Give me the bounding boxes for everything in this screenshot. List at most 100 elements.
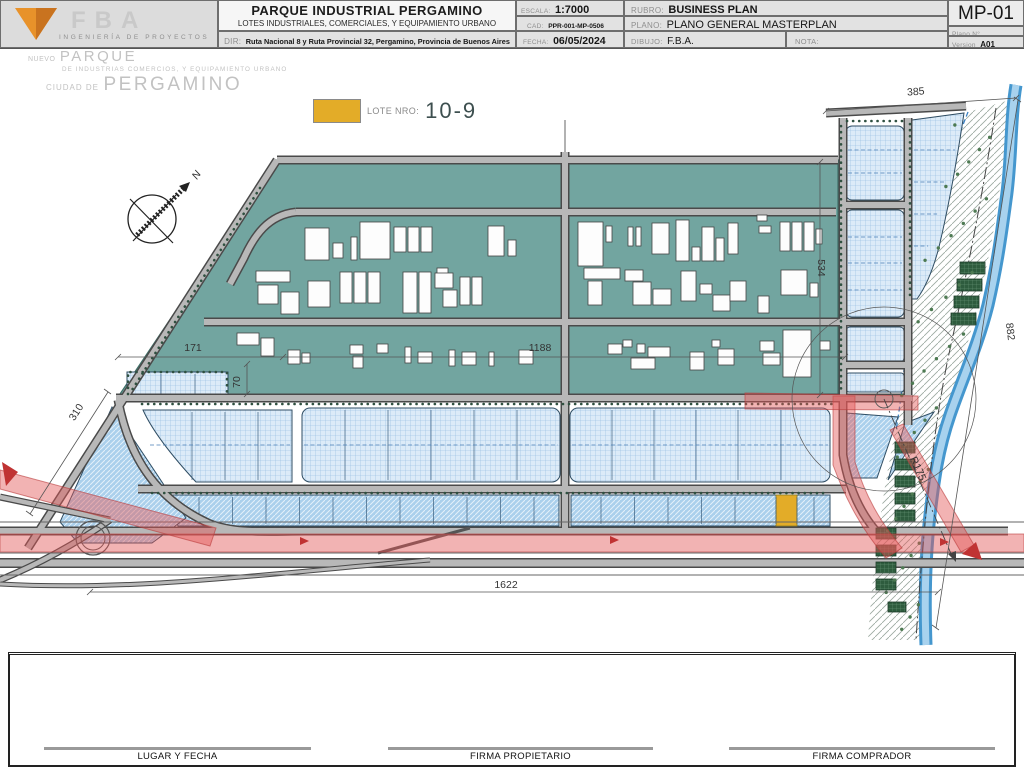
- dim-height-right: 534: [815, 259, 827, 277]
- utility-structure: [950, 312, 977, 326]
- utility-structure: [953, 295, 980, 309]
- shrub-dot: [934, 357, 939, 361]
- highlight-lot-10-9[interactable]: [775, 494, 798, 527]
- dibujo-cell: DIBUJO: F.B.A.: [624, 31, 786, 48]
- legend-swatch: [313, 99, 361, 123]
- building-footprint: [780, 269, 808, 296]
- shrub-dot: [916, 320, 920, 324]
- legend-label: LOTE NRO:: [367, 106, 420, 116]
- building-footprint: [459, 276, 471, 306]
- building-footprint: [680, 270, 697, 302]
- dibujo-value: F.B.A.: [667, 36, 694, 47]
- shrub-dot: [944, 184, 948, 189]
- project-title: PARQUE INDUSTRIAL PERGAMINO: [251, 3, 483, 18]
- building-footprint: [301, 352, 311, 364]
- building-footprint: [636, 343, 646, 354]
- building-footprint: [304, 227, 330, 261]
- building-footprint: [712, 294, 731, 312]
- building-footprint: [647, 346, 671, 358]
- utility-structure: [894, 475, 916, 488]
- building-footprint: [507, 239, 517, 257]
- shrub-dot: [987, 135, 992, 139]
- rubro-label: RUBRO:: [631, 6, 664, 15]
- plano-label: PLANO:: [631, 21, 663, 30]
- building-footprint: [675, 219, 690, 262]
- building-footprint: [260, 337, 275, 357]
- cad-value: PPR-001-MP-0506: [548, 23, 604, 30]
- building-footprint: [587, 280, 603, 306]
- legend: LOTE NRO: 10-9: [313, 98, 477, 124]
- building-footprint: [407, 226, 420, 253]
- signature-label-owner: FIRMA PROPIETARIO: [470, 751, 571, 762]
- building-footprint: [577, 221, 604, 267]
- building-footprint: [353, 271, 367, 304]
- building-footprint: [759, 340, 775, 352]
- fecha-label: FECHA:: [523, 39, 549, 46]
- shrub-dot: [977, 147, 982, 152]
- date-cell: FECHA: 06/05/2024: [516, 31, 624, 48]
- building-footprint: [815, 228, 823, 245]
- building-footprint: [367, 271, 381, 304]
- building-footprint: [699, 283, 713, 295]
- building-footprint: [393, 226, 407, 253]
- shrub-dot: [936, 246, 941, 250]
- utility-structure: [875, 561, 897, 574]
- utility-structure: [887, 601, 907, 613]
- rubro-cell: RUBRO: BUSINESS PLAN: [624, 0, 948, 16]
- nota-cell: NOTA:: [786, 31, 948, 48]
- project-subtitle: LOTES INDUSTRIALES, COMERCIALES, Y EQUIP…: [237, 19, 497, 28]
- building-footprint: [691, 246, 701, 262]
- signature-label-place-date: LUGAR Y FECHA: [137, 751, 218, 762]
- building-footprint: [762, 352, 781, 366]
- building-footprint: [339, 271, 353, 304]
- shrub-dot: [961, 221, 966, 226]
- building-footprint: [352, 355, 364, 369]
- shrub-dot: [949, 234, 953, 238]
- building-footprint: [471, 276, 483, 306]
- building-footprint: [402, 271, 418, 314]
- building-footprint: [442, 289, 458, 308]
- escala-label: ESCALA:: [521, 8, 551, 15]
- building-footprint: [420, 226, 433, 253]
- shrub-dot: [947, 344, 952, 349]
- sheet-plano-n-cell: Plano N°: [948, 26, 1024, 36]
- dibujo-label: DIBUJO:: [631, 37, 663, 46]
- logo-cell: FBA INGENIERÍA DE PROYECTOS: [0, 0, 218, 48]
- building-footprint: [307, 280, 331, 308]
- cad-cell: CAD: PPR-001-MP-0506: [516, 16, 624, 31]
- north-arrow-icon: N: [127, 168, 204, 244]
- building-footprint: [418, 271, 432, 314]
- signature-box: [8, 652, 1016, 767]
- building-footprint: [819, 340, 831, 351]
- building-footprint: [632, 281, 652, 306]
- building-footprint: [236, 332, 260, 346]
- shrub-dot: [895, 455, 899, 459]
- project-title-cell: PARQUE INDUSTRIAL PERGAMINO LOTES INDUST…: [218, 0, 516, 31]
- building-footprint: [803, 221, 815, 252]
- fba-logo-icon: [15, 8, 57, 40]
- heading-pre1: NUEVO: [28, 56, 56, 63]
- north-label: N: [190, 168, 204, 181]
- sheet-number: MP-01: [958, 3, 1014, 24]
- sheet-version-cell: Version A01: [948, 36, 1024, 48]
- utility-structure: [894, 509, 916, 522]
- building-footprint: [332, 242, 344, 259]
- building-footprint: [607, 343, 623, 355]
- building-footprint: [487, 225, 505, 257]
- building-footprint: [350, 236, 358, 261]
- rubro-value: BUSINESS PLAN: [668, 4, 758, 16]
- building-footprint: [488, 351, 495, 367]
- building-footprint: [434, 272, 454, 289]
- shrub-dot: [934, 406, 939, 410]
- shrub-dot: [916, 603, 921, 607]
- nota-label: NOTA:: [795, 37, 819, 46]
- shrub-dot: [923, 418, 927, 422]
- building-footprint: [404, 346, 412, 364]
- shrub-dot: [953, 123, 957, 127]
- escala-value: 1:7000: [555, 4, 590, 16]
- shrub-dot: [955, 172, 960, 176]
- shrub-dot: [910, 381, 915, 385]
- sheet-number-cell: MP-01: [948, 0, 1024, 26]
- building-footprint: [461, 351, 477, 366]
- building-footprint: [779, 221, 791, 252]
